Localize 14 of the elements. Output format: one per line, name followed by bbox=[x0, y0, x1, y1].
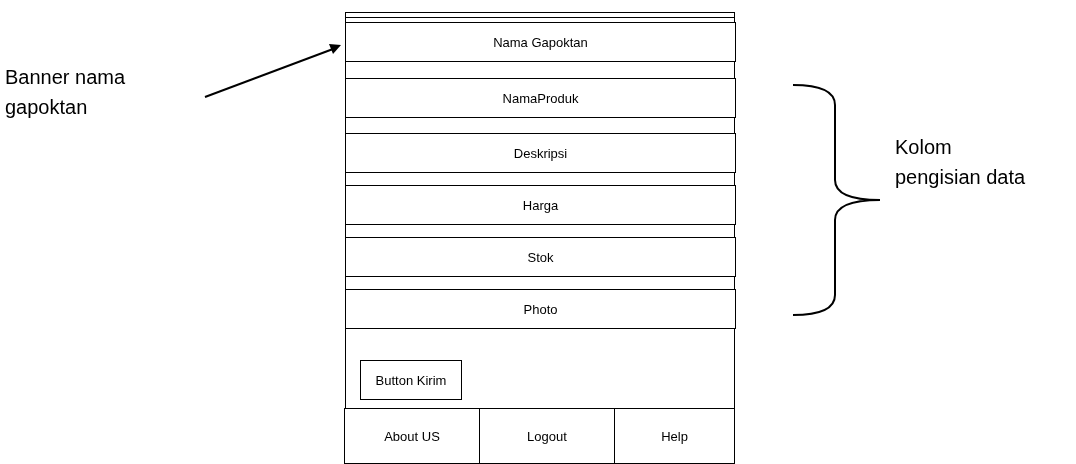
form-field[interactable]: NamaProduk bbox=[345, 78, 736, 118]
nav-button[interactable]: Logout bbox=[479, 408, 615, 464]
annotation-text: gapoktan bbox=[5, 95, 89, 120]
annotation-text: Banner nama bbox=[5, 65, 126, 90]
nav-button[interactable]: About US bbox=[344, 408, 480, 464]
annotation-text: pengisian data bbox=[895, 165, 1026, 190]
form-field[interactable]: Photo bbox=[345, 289, 736, 329]
banner: Nama Gapoktan bbox=[345, 22, 736, 62]
submit-button[interactable]: Button Kirim bbox=[360, 360, 462, 400]
annotation-text: Kolom bbox=[895, 135, 953, 160]
nav-button[interactable]: Help bbox=[614, 408, 735, 464]
form-field[interactable]: Stok bbox=[345, 237, 736, 277]
form-field[interactable]: Harga bbox=[345, 185, 736, 225]
form-field[interactable]: Deskripsi bbox=[345, 133, 736, 173]
